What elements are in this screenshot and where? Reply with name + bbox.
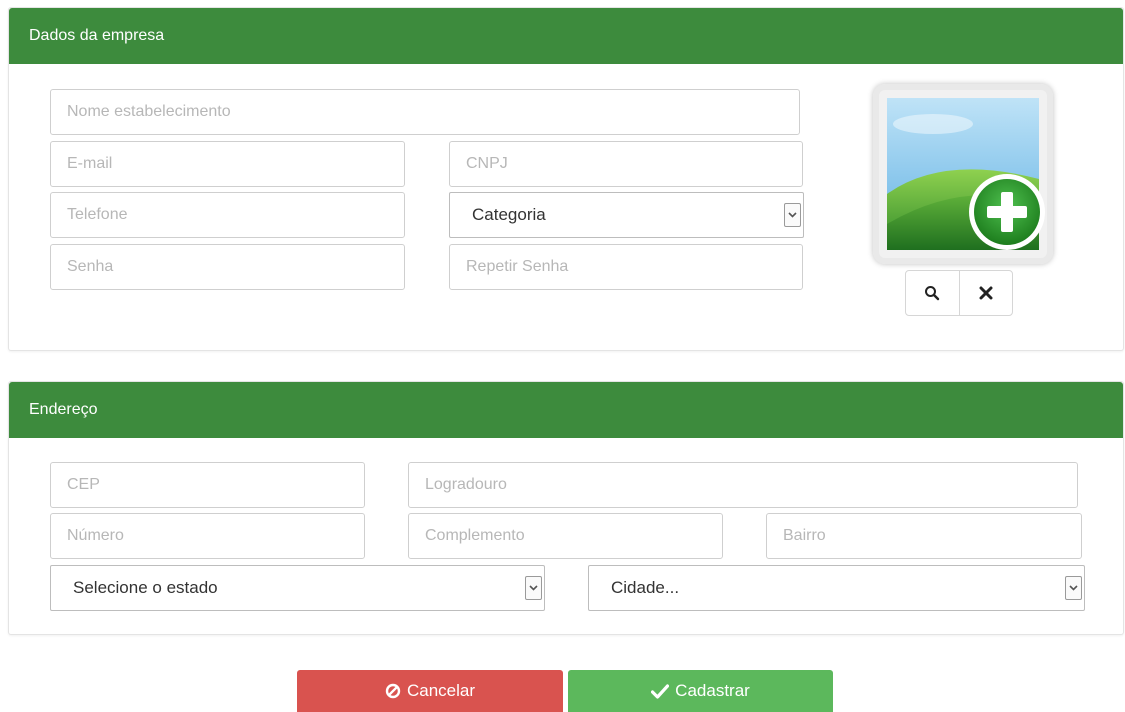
cancel-button[interactable]: Cancelar (297, 670, 563, 712)
repeat-password-input[interactable] (449, 244, 803, 290)
remove-image-button[interactable] (958, 271, 1013, 315)
image-action-group (905, 270, 1013, 316)
logo-upload-preview[interactable] (873, 84, 1053, 264)
cnpj-input[interactable] (449, 141, 803, 187)
address-panel-heading: Endereço (9, 382, 1123, 438)
submit-button[interactable]: Cadastrar (568, 670, 833, 712)
category-select-value: Categoria (472, 205, 546, 224)
phone-input[interactable] (50, 192, 405, 238)
city-select-value: Cidade... (611, 578, 680, 597)
state-select[interactable]: Selecione o estado (50, 565, 545, 611)
company-name-input[interactable] (50, 89, 800, 135)
password-input[interactable] (50, 244, 405, 290)
add-image-icon (887, 98, 1045, 250)
submit-button-label: Cadastrar (675, 681, 750, 700)
district-input[interactable] (766, 513, 1082, 559)
chevron-down-icon (1065, 576, 1082, 600)
number-input[interactable] (50, 513, 365, 559)
company-panel-heading: Dados da empresa (9, 8, 1123, 64)
state-select-value: Selecione o estado (73, 578, 218, 597)
category-select[interactable]: Categoria (449, 192, 804, 238)
search-icon (925, 286, 940, 301)
email-input[interactable] (50, 141, 405, 187)
chevron-down-icon (525, 576, 542, 600)
complement-input[interactable] (408, 513, 723, 559)
ban-icon (385, 683, 401, 699)
chevron-down-icon (784, 203, 801, 227)
check-icon (651, 683, 670, 699)
search-image-button[interactable] (906, 271, 959, 315)
close-icon (979, 286, 993, 300)
cep-input[interactable] (50, 462, 365, 508)
cancel-button-label: Cancelar (406, 681, 476, 700)
street-input[interactable] (408, 462, 1078, 508)
city-select[interactable]: Cidade... (588, 565, 1085, 611)
